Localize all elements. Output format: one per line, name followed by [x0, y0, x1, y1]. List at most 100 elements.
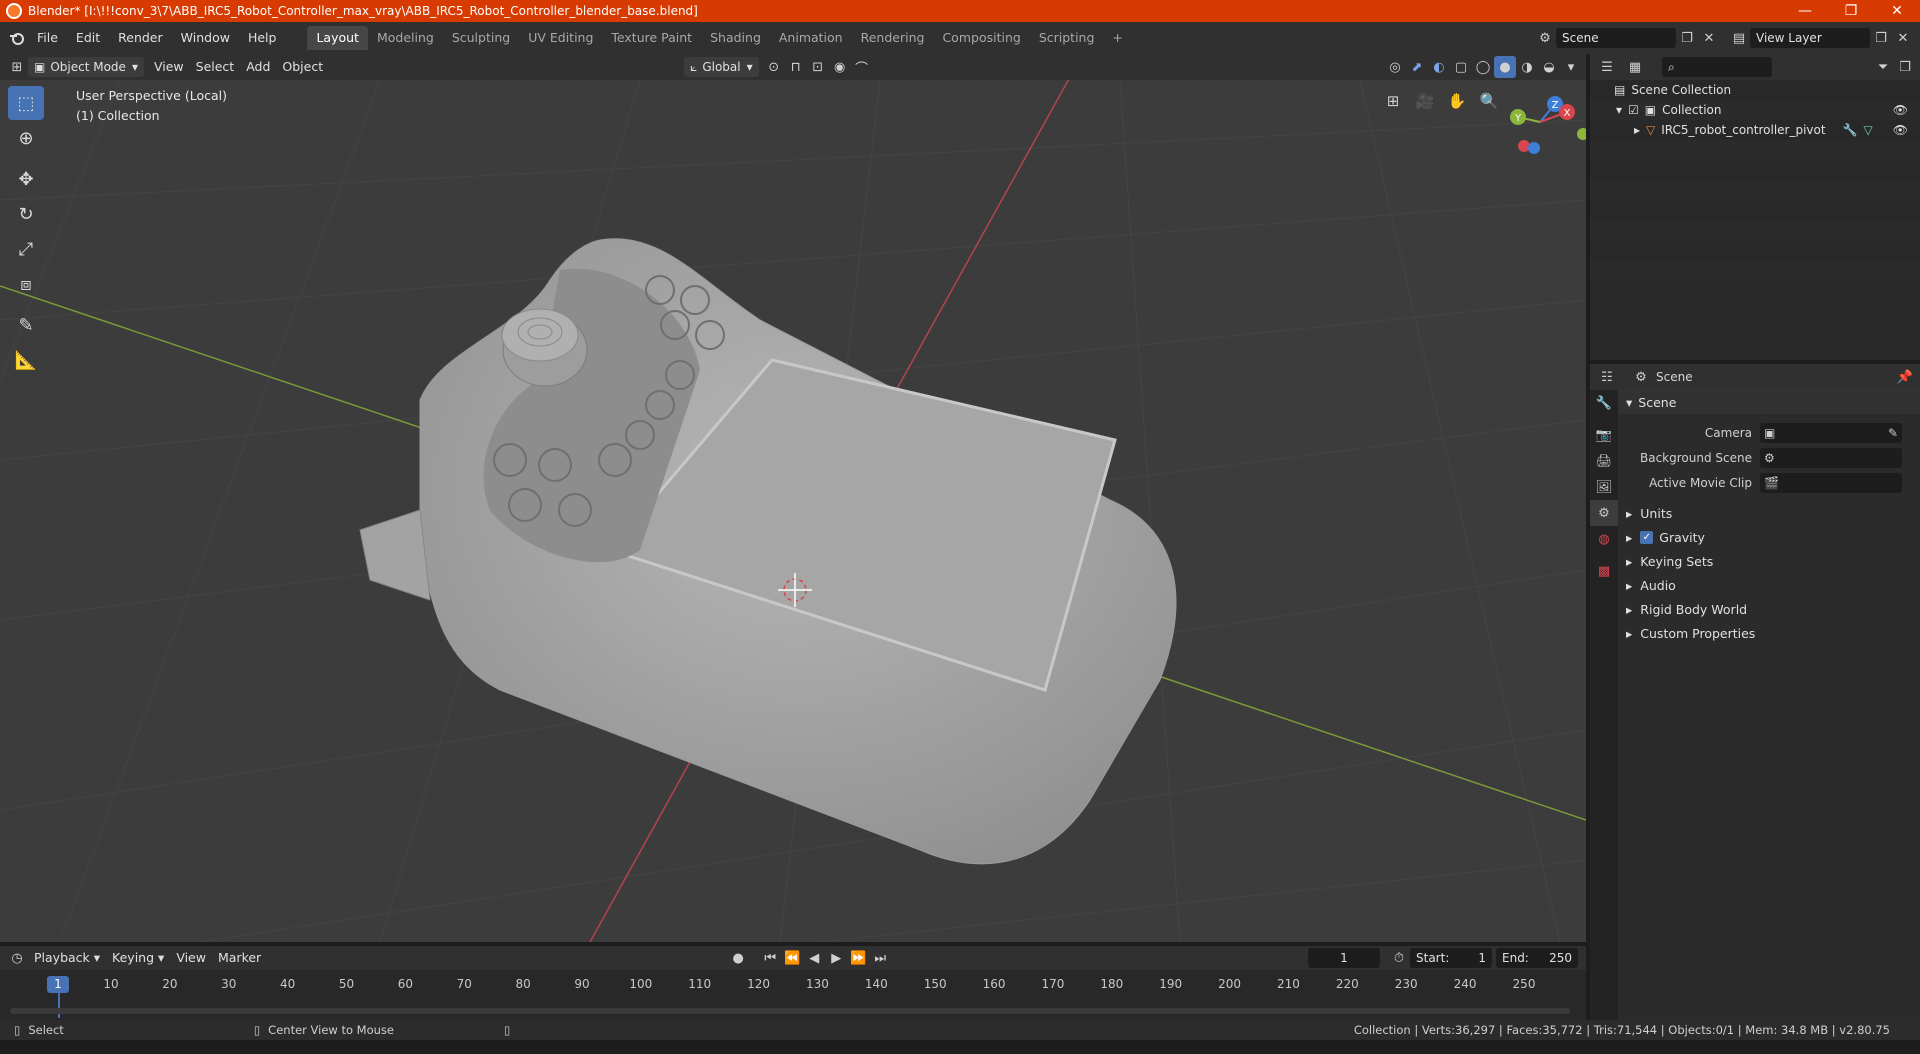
- eye-icon[interactable]: 👁: [1893, 123, 1908, 137]
- start-frame-field[interactable]: Start: 1: [1410, 948, 1492, 968]
- modifier-wrench-icon[interactable]: 🔧: [1843, 123, 1858, 137]
- visibility-icon[interactable]: ◎: [1384, 56, 1406, 78]
- gravity-checkbox[interactable]: ✓: [1640, 530, 1654, 544]
- select-box-tool-icon[interactable]: ⬚: [8, 86, 44, 120]
- eye-icon[interactable]: 👁: [1893, 103, 1908, 117]
- maximize-button[interactable]: ❐: [1828, 0, 1874, 22]
- minimize-button[interactable]: —: [1782, 0, 1828, 22]
- timeline[interactable]: 1 10 20 30 40 50 60 70 80 90 100 110 120 130 140 150 160…: [0, 970, 1586, 1020]
- record-icon[interactable]: ●: [727, 947, 749, 969]
- prev-keyframe-icon[interactable]: ⏪: [781, 947, 803, 969]
- transform-orientation-dropdown[interactable]: ⟀ Global ▾: [684, 57, 759, 77]
- expand-arrow-icon[interactable]: ▸: [1634, 123, 1640, 137]
- scale-tool-icon[interactable]: ⤢: [8, 232, 44, 266]
- world-tab-icon[interactable]: ◍: [1590, 526, 1618, 552]
- play-reverse-icon[interactable]: ◀: [803, 947, 825, 969]
- move-tool-icon[interactable]: ✥: [8, 162, 44, 196]
- render-tab-icon[interactable]: 📷: [1590, 422, 1618, 448]
- camera-view-icon[interactable]: 🎥: [1412, 88, 1438, 114]
- active-movie-clip-field[interactable]: 🎬: [1760, 472, 1902, 493]
- editor-type-icon[interactable]: ⊞: [6, 56, 28, 78]
- jump-end-icon[interactable]: ⏭: [869, 947, 891, 969]
- pivot-point-icon[interactable]: ⊙: [763, 56, 785, 78]
- add-workspace-button[interactable]: +: [1103, 26, 1131, 50]
- proportional-edit-icon[interactable]: ◉: [829, 56, 851, 78]
- collection-checkbox[interactable]: ☑: [1628, 103, 1639, 117]
- outliner-editor-icon[interactable]: ☰: [1596, 56, 1618, 78]
- keying-sets-panel[interactable]: ▸ Keying Sets: [1618, 549, 1920, 573]
- menu-select[interactable]: Select: [190, 57, 241, 77]
- play-icon[interactable]: ▶: [825, 947, 847, 969]
- view-layer-field[interactable]: View Layer: [1750, 28, 1870, 48]
- outliner-row-scene-collection[interactable]: ▤ Scene Collection: [1590, 80, 1920, 100]
- scene-tab-icon[interactable]: ⚙: [1590, 500, 1618, 526]
- snap-target-icon[interactable]: ⊡: [807, 56, 829, 78]
- remove-scene-icon[interactable]: ✕: [1698, 27, 1720, 49]
- zoom-icon[interactable]: 🔍: [1476, 88, 1502, 114]
- custom-properties-panel[interactable]: ▸ Custom Properties: [1618, 621, 1920, 645]
- end-frame-field[interactable]: End: 250: [1496, 948, 1578, 968]
- tool-tab-icon[interactable]: 🔧: [1590, 390, 1618, 416]
- properties-editor-icon[interactable]: ☷: [1596, 366, 1618, 388]
- scene-panel-header[interactable]: ▾ Scene: [1618, 390, 1920, 414]
- jump-start-icon[interactable]: ⏮: [759, 947, 781, 969]
- blender-menu-icon[interactable]: [6, 27, 28, 49]
- navigation-gizmo[interactable]: Z X Y: [1500, 92, 1590, 182]
- snap-icon[interactable]: ⊓: [785, 56, 807, 78]
- background-scene-field[interactable]: ⚙: [1760, 447, 1902, 468]
- tab-uv-editing[interactable]: UV Editing: [519, 26, 602, 50]
- menu-file[interactable]: File: [28, 27, 67, 49]
- transform-tool-icon[interactable]: ⧈: [8, 267, 44, 301]
- menu-timeline-view[interactable]: View: [170, 948, 212, 968]
- eyedropper-icon[interactable]: ✎: [1888, 426, 1898, 440]
- pan-hand-icon[interactable]: ✋: [1444, 88, 1470, 114]
- object-mode-dropdown[interactable]: ▣ Object Mode ▾: [28, 57, 144, 77]
- remove-view-layer-icon[interactable]: ✕: [1892, 27, 1914, 49]
- grid-view-icon[interactable]: ⊞: [1380, 88, 1406, 114]
- menu-object[interactable]: Object: [276, 57, 329, 77]
- gravity-panel[interactable]: ▸ ✓ Gravity: [1618, 525, 1920, 549]
- rigid-body-world-panel[interactable]: ▸ Rigid Body World: [1618, 597, 1920, 621]
- tab-rendering[interactable]: Rendering: [852, 26, 934, 50]
- next-keyframe-icon[interactable]: ⏩: [847, 947, 869, 969]
- wireframe-shading-icon[interactable]: ◯: [1472, 56, 1494, 78]
- tab-animation[interactable]: Animation: [770, 26, 852, 50]
- menu-view[interactable]: View: [148, 57, 190, 77]
- rendered-shading-icon[interactable]: ◒: [1538, 56, 1560, 78]
- outliner-row-object[interactable]: ▸ ▽ IRC5_robot_controller_pivot 🔧 ▽ 👁: [1590, 120, 1920, 140]
- camera-field[interactable]: ▣ ✎: [1760, 422, 1902, 443]
- gizmo-toggle-icon[interactable]: ⬈: [1406, 56, 1428, 78]
- 3d-viewport[interactable]: User Perspective (Local) (1) Collection: [0, 80, 1586, 942]
- tab-scripting[interactable]: Scripting: [1030, 26, 1104, 50]
- menu-edit[interactable]: Edit: [67, 27, 109, 49]
- solid-shading-icon[interactable]: ●: [1494, 56, 1516, 78]
- outliner-row-collection[interactable]: ▾ ☑ ▣ Collection 👁: [1590, 100, 1920, 120]
- tab-modeling[interactable]: Modeling: [368, 26, 443, 50]
- outliner-search-input[interactable]: ⌕: [1662, 57, 1772, 77]
- display-mode-icon[interactable]: ▦: [1624, 56, 1646, 78]
- tab-compositing[interactable]: Compositing: [933, 26, 1029, 50]
- menu-help[interactable]: Help: [239, 27, 286, 49]
- new-scene-icon[interactable]: ❐: [1676, 27, 1698, 49]
- current-frame-field[interactable]: 1: [1308, 948, 1380, 968]
- menu-keying[interactable]: Keying ▾: [106, 948, 170, 968]
- shading-options-icon[interactable]: ▾: [1560, 56, 1582, 78]
- rotate-tool-icon[interactable]: ↻: [8, 197, 44, 231]
- tab-shading[interactable]: Shading: [701, 26, 770, 50]
- view-layer-tab-icon[interactable]: 🖼: [1590, 474, 1618, 500]
- frame-ruler[interactable]: 1 10 20 30 40 50 60 70 80 90 100 110 120 130 140 150 160…: [0, 974, 1586, 994]
- timeline-editor-icon[interactable]: ◷: [6, 947, 28, 969]
- overlays-icon[interactable]: ◐: [1428, 56, 1450, 78]
- filter-icon[interactable]: ⏷: [1872, 56, 1894, 78]
- menu-render[interactable]: Render: [109, 27, 172, 49]
- tab-sculpting[interactable]: Sculpting: [443, 26, 519, 50]
- pin-icon[interactable]: 📌: [1894, 366, 1916, 388]
- new-collection-icon[interactable]: ❐: [1894, 56, 1916, 78]
- annotate-tool-icon[interactable]: ✎: [8, 308, 44, 342]
- audio-panel[interactable]: ▸ Audio: [1618, 573, 1920, 597]
- close-button[interactable]: ✕: [1874, 0, 1920, 22]
- new-view-layer-icon[interactable]: ❐: [1870, 27, 1892, 49]
- menu-marker[interactable]: Marker: [212, 948, 267, 968]
- menu-playback[interactable]: Playback ▾: [28, 948, 106, 968]
- expand-arrow-icon[interactable]: ▾: [1616, 103, 1622, 117]
